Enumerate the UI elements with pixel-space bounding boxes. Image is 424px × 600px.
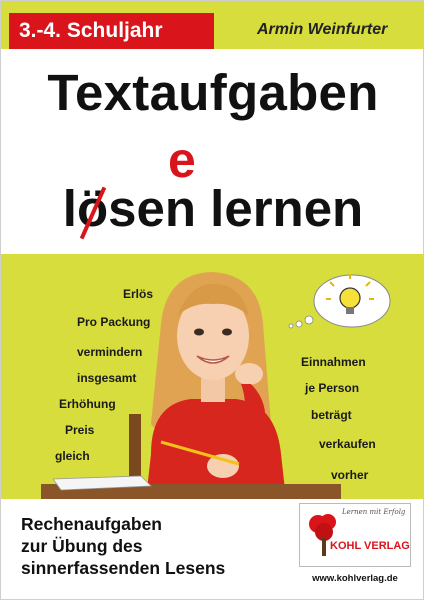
- right-eye: [222, 328, 232, 336]
- thought-dot: [295, 320, 303, 328]
- tree-icon: [309, 514, 336, 556]
- subtitle-line: Rechenaufgaben: [21, 514, 162, 534]
- illustration-panel: Erlös Pro Packung vermindern insgesamt E…: [1, 254, 424, 499]
- keyword: Erlös: [123, 287, 154, 301]
- book-cover: 3.-4. Schuljahr Armin Weinfurter Textauf…: [0, 0, 424, 600]
- keyword: gleich: [55, 449, 90, 463]
- title-line-2-l: l: [62, 180, 77, 237]
- left-eye: [194, 328, 204, 336]
- keyword: Erhöhung: [59, 397, 116, 411]
- keyword: insgesamt: [77, 371, 137, 385]
- keyword: Preis: [65, 423, 95, 437]
- subtitle-line: zur Übung des: [21, 536, 143, 556]
- keyword: Einnahmen: [301, 355, 366, 369]
- thought-dot: [304, 315, 314, 325]
- title-line-2: lösen lernen: [1, 179, 424, 240]
- grade-label: 3.-4. Schuljahr: [9, 13, 214, 49]
- subtitle-line: sinnerfassenden Lesens: [21, 558, 226, 578]
- publisher-name: KOHL VERLAG: [330, 540, 410, 552]
- author-name: Armin Weinfurter: [257, 21, 388, 38]
- title-line-2-rest: sen lernen: [108, 180, 364, 237]
- thought-dot: [288, 323, 294, 329]
- keyword: je Person: [305, 381, 360, 395]
- subtitle: Rechenaufgaben zur Übung des sinnerfasse…: [21, 513, 225, 579]
- keyword: verkaufen: [319, 437, 376, 451]
- publisher-url: www.kohlverlag.de: [312, 573, 398, 584]
- keyword: beträgt: [311, 408, 352, 422]
- title-line-1: Textaufgaben: [47, 64, 379, 121]
- crossed-letter: ö: [77, 179, 108, 240]
- publisher-logo: Lernen mit Erfolg KOHL VERLAG: [299, 503, 411, 567]
- chair-post: [129, 414, 141, 484]
- keyword: vermindern: [77, 345, 143, 359]
- keyword: vorher: [331, 468, 369, 482]
- publisher-tagline: Lernen mit Erfolg: [342, 508, 406, 516]
- keyword: Pro Packung: [77, 315, 151, 329]
- hand: [235, 363, 263, 385]
